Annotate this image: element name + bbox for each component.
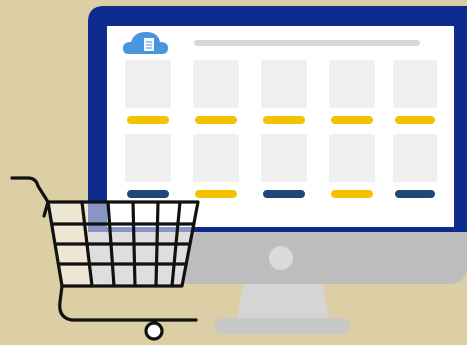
cart-frame <box>58 284 198 322</box>
product-tile[interactable] <box>125 134 171 182</box>
price-bar <box>331 116 373 124</box>
product-tile[interactable] <box>193 60 239 108</box>
product-tile[interactable] <box>193 134 239 182</box>
price-bar <box>263 190 305 198</box>
cart-handle <box>10 176 50 204</box>
product-tile[interactable] <box>393 134 437 182</box>
search-bar[interactable] <box>194 40 420 46</box>
illustration-canvas <box>10 6 467 341</box>
price-bar <box>127 190 169 198</box>
product-tile[interactable] <box>261 60 307 108</box>
cart-wheel <box>144 321 164 341</box>
stand-base <box>214 318 350 334</box>
product-tile[interactable] <box>329 134 375 182</box>
price-bar <box>195 190 237 198</box>
power-button-icon <box>269 246 293 270</box>
shopping-cart-icon <box>10 176 200 341</box>
price-bar <box>395 190 435 198</box>
price-bar <box>331 190 373 198</box>
stand-neck <box>236 283 330 322</box>
price-bar <box>127 116 169 124</box>
price-bar <box>195 116 237 124</box>
price-bar <box>395 116 435 124</box>
product-tile[interactable] <box>329 60 375 108</box>
monitor-stand <box>214 283 350 334</box>
product-tile[interactable] <box>393 60 437 108</box>
product-tile[interactable] <box>261 134 307 182</box>
price-bar <box>263 116 305 124</box>
ecommerce-illustration <box>0 0 467 345</box>
product-tile[interactable] <box>125 60 171 108</box>
